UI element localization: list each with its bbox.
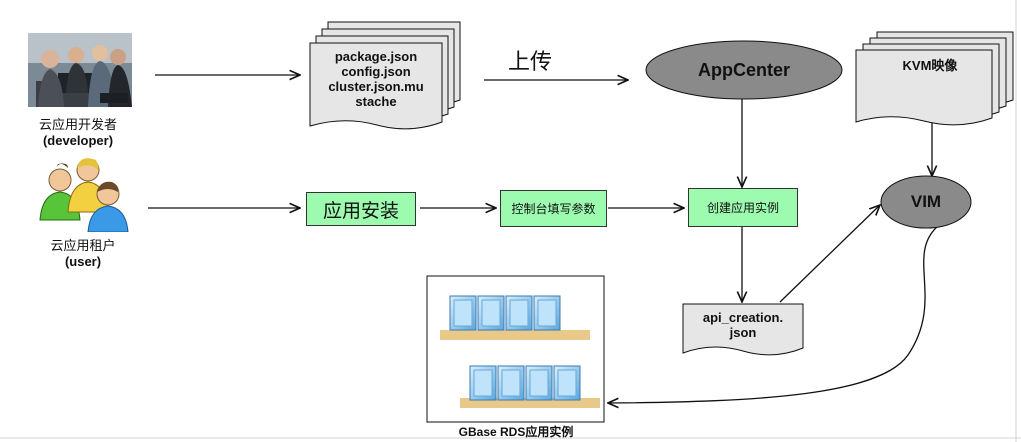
developer-label-en: (developer) <box>42 133 114 148</box>
api-doc-text: api_creation. json <box>683 310 803 340</box>
developer-label-cn: 云应用开发者 <box>38 117 117 132</box>
user-group-icon <box>36 150 132 233</box>
gbase-label: GBase RDS应用实例 <box>458 425 574 439</box>
package-line-4: stache <box>355 94 397 109</box>
console-box: 控制台填写参数 <box>500 190 607 227</box>
console-label: 控制台填写参数 <box>511 202 596 216</box>
package-doc-text: package.json config.json cluster.json.mu… <box>312 49 440 109</box>
user-label-cn: 云应用租户 <box>50 238 116 253</box>
create-box: 创建应用实例 <box>688 188 798 227</box>
gbase-servers-icon <box>440 295 600 408</box>
kvm-doc-stack <box>855 31 1014 126</box>
install-label: 应用安装 <box>322 200 399 222</box>
kvm-label: KVM映像 <box>902 58 958 73</box>
vim-label: VIM <box>910 192 942 211</box>
package-line-3: cluster.json.mu <box>328 79 424 94</box>
server-row-top <box>440 295 590 340</box>
api-line-2: json <box>729 325 757 340</box>
package-line-1: package.json <box>334 49 418 64</box>
developer-photo-icon <box>28 33 132 107</box>
upload-label: 上传 <box>508 49 553 74</box>
api-line-1: api_creation. <box>702 310 784 325</box>
install-box: 应用安装 <box>306 192 416 226</box>
server-row-bottom <box>460 365 600 408</box>
create-label: 创建应用实例 <box>706 201 779 215</box>
package-line-2: config.json <box>341 64 411 79</box>
user-label-en: (user) <box>64 254 102 269</box>
appcenter-label: AppCenter <box>697 60 790 80</box>
developer-photo <box>28 33 132 107</box>
